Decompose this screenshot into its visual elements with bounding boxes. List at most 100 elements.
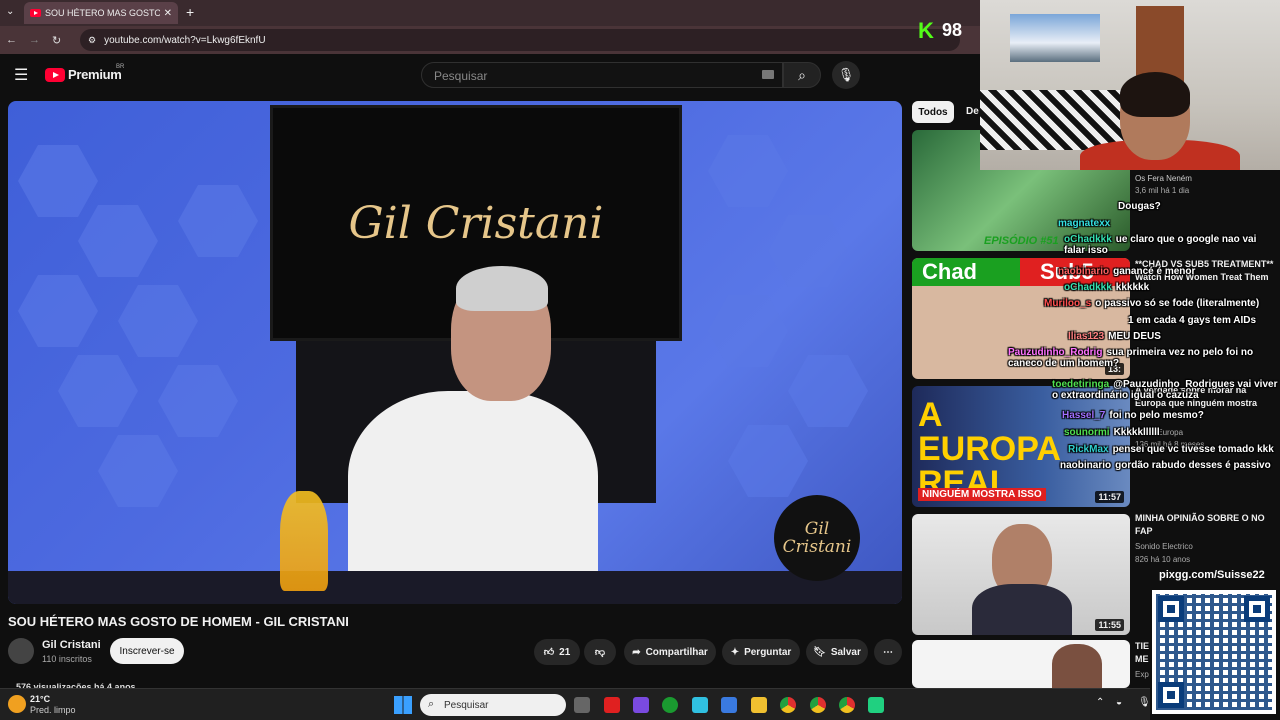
tab-list-icon[interactable]: ⌄ bbox=[6, 6, 14, 17]
channel-avatar[interactable] bbox=[8, 638, 34, 664]
share-button[interactable]: ➦ Compartilhar bbox=[624, 639, 716, 665]
capture-app-icon[interactable] bbox=[721, 697, 737, 713]
wall-picture bbox=[1010, 14, 1100, 62]
thumb-caption: EPISÓDIO #51 bbox=[984, 235, 1059, 247]
subscriber-count: 110 inscritos bbox=[42, 654, 92, 664]
notes-app-icon[interactable] bbox=[692, 697, 708, 713]
task-view-icon[interactable] bbox=[574, 697, 590, 713]
bed bbox=[980, 90, 1130, 150]
windows-taskbar: 21°C Pred. limpo ⌕ Pesquisar ⌃ ◒ 🎙 bbox=[0, 688, 1151, 720]
vpn-app-icon[interactable] bbox=[633, 697, 649, 713]
pix-qr-code bbox=[1152, 590, 1276, 714]
subscribe-button[interactable]: Inscrever-se bbox=[110, 638, 184, 664]
taskbar-search-input[interactable]: ⌕ Pesquisar bbox=[420, 694, 566, 716]
chip-all[interactable]: Todos bbox=[912, 101, 954, 123]
chat-message: magnatexx bbox=[1058, 218, 1111, 229]
windows-start-icon[interactable] bbox=[394, 696, 412, 714]
like-count: 21 bbox=[559, 646, 571, 658]
recommendation-meta: 3,6 mil há 1 dia bbox=[1135, 186, 1190, 195]
chat-message: Pauzudinho_Rodrig sua primeira vez no pel… bbox=[1008, 347, 1254, 369]
chat-message: 1 em cada 4 gays tem AIDs bbox=[1128, 315, 1257, 326]
save-label: Salvar bbox=[830, 646, 861, 658]
desk bbox=[8, 571, 902, 604]
forward-icon[interactable]: → bbox=[29, 34, 40, 46]
search-icon: ⌕ bbox=[428, 698, 435, 710]
person-hair bbox=[456, 266, 548, 311]
juice-glass bbox=[280, 491, 328, 591]
chat-message: naobinario ganancé é menor bbox=[1058, 266, 1196, 277]
channel-name[interactable]: Gil Cristani bbox=[42, 639, 101, 651]
recommendation-title[interactable]: MINHA OPINIÃO SOBRE O NO FAP bbox=[1135, 512, 1275, 538]
logo-region: BR bbox=[116, 64, 125, 70]
voice-search-button[interactable]: 🎙 bbox=[832, 61, 860, 89]
sparkle-icon: ✦ bbox=[730, 646, 740, 658]
bookmark-icon: 🔖︎ bbox=[813, 646, 826, 658]
viewer-count: 98 bbox=[942, 20, 963, 40]
save-button[interactable]: 🔖︎ Salvar bbox=[806, 639, 868, 665]
menu-icon[interactable]: ☰ bbox=[14, 65, 28, 85]
search-placeholder: Pesquisar bbox=[434, 69, 488, 83]
kick-logo: K bbox=[918, 18, 934, 43]
more-icon: ⋯ bbox=[883, 646, 893, 658]
youtube-app-icon[interactable] bbox=[604, 697, 620, 713]
weather-description[interactable]: Pred. limpo bbox=[30, 705, 76, 715]
streamer-webcam bbox=[980, 0, 1280, 170]
network-icon[interactable]: ◒ bbox=[1116, 697, 1122, 708]
thumbs-down-icon: 👎︎ bbox=[594, 647, 606, 658]
chip-more[interactable]: De bbox=[966, 106, 979, 117]
chrome-profile-icon[interactable] bbox=[810, 697, 826, 713]
dislike-button[interactable]: 👎︎ bbox=[584, 639, 616, 665]
youtube-favicon-icon bbox=[30, 9, 41, 17]
thumb-headline: A EUROPA REAL bbox=[918, 396, 1060, 502]
back-icon[interactable]: ← bbox=[6, 34, 17, 46]
address-bar[interactable]: ⚙ youtube.com/watch?v=Lkwg6fEknfU bbox=[80, 29, 960, 51]
recommendation-channel[interactable]: Os Fera Neném bbox=[1135, 172, 1275, 185]
more-actions-button[interactable]: ⋯ bbox=[874, 639, 902, 665]
chat-message: Hassel_7 foi no pelo mesmo? bbox=[1062, 410, 1204, 421]
logo-text[interactable]: Premium bbox=[68, 67, 122, 82]
mic-icon: 🎙 bbox=[837, 67, 855, 82]
weather-icon[interactable] bbox=[8, 695, 26, 713]
recommendation-thumbnail[interactable] bbox=[912, 640, 1130, 688]
mic-tray-icon[interactable]: 🎙 bbox=[1138, 697, 1151, 708]
site-info-icon[interactable]: ⚙ bbox=[88, 35, 96, 46]
video-player[interactable]: Gil Cristani Gil Cristani bbox=[8, 101, 902, 604]
recommendation-meta: Exp bbox=[1135, 670, 1149, 679]
thumbs-up-icon: 👍︎ bbox=[543, 647, 555, 658]
url-text: youtube.com/watch?v=Lkwg6fEknfU bbox=[104, 34, 266, 46]
file-explorer-icon[interactable] bbox=[751, 697, 767, 713]
recommendation-thumbnail[interactable]: 11:55 bbox=[912, 514, 1130, 635]
search-button[interactable]: ⌕ bbox=[783, 62, 821, 88]
keyboard-icon[interactable] bbox=[762, 70, 774, 79]
tv-screen-text: Gil Cristani bbox=[348, 197, 604, 249]
recommendation-meta: 826 há 10 anos bbox=[1135, 555, 1191, 564]
ask-label: Perguntar bbox=[744, 646, 792, 658]
chrome-profile-2-icon[interactable] bbox=[839, 697, 855, 713]
new-tab-icon[interactable]: + bbox=[186, 4, 194, 20]
chat-message: RickMax pensei que vc tivesse tomado kkk bbox=[1068, 444, 1274, 455]
chat-message: toedetiringa @Pauzudinho_Rodrigues vai vi… bbox=[1052, 379, 1278, 401]
share-icon: ➦ bbox=[632, 646, 641, 658]
chevron-up-icon[interactable]: ⌃ bbox=[1096, 697, 1104, 708]
search-icon: ⌕ bbox=[798, 66, 806, 83]
kick-app-icon[interactable] bbox=[868, 697, 884, 713]
thumb-left-text: Chad bbox=[922, 259, 977, 284]
browser-tab[interactable]: SOU HÉTERO MAS GOSTO DE H ✕ bbox=[24, 2, 178, 24]
video-duration: 11:57 bbox=[1095, 491, 1124, 503]
chat-message: naobinario gordão rabudo desses é passivo bbox=[1060, 460, 1271, 471]
tab-title: SOU HÉTERO MAS GOSTO DE H bbox=[45, 8, 160, 18]
share-label: Compartilhar bbox=[645, 646, 708, 658]
taskbar-search-placeholder: Pesquisar bbox=[444, 699, 489, 711]
search-input[interactable]: Pesquisar bbox=[421, 62, 783, 88]
channel-watermark: Gil Cristani bbox=[774, 495, 860, 581]
chat-message: oChadkkk kkkkkk bbox=[1064, 282, 1150, 293]
reload-icon[interactable]: ↻ bbox=[52, 34, 61, 47]
youtube-logo-icon[interactable] bbox=[45, 68, 65, 82]
close-icon[interactable]: ✕ bbox=[164, 8, 172, 19]
recommendation-channel[interactable]: Sonido Electrico bbox=[1135, 542, 1193, 551]
ask-button[interactable]: ✦ Perguntar bbox=[722, 639, 800, 665]
xbox-app-icon[interactable] bbox=[662, 697, 678, 713]
like-button[interactable]: 👍︎ 21 bbox=[534, 639, 580, 665]
chrome-icon[interactable] bbox=[780, 697, 796, 713]
weather-temperature[interactable]: 21°C bbox=[30, 694, 50, 704]
